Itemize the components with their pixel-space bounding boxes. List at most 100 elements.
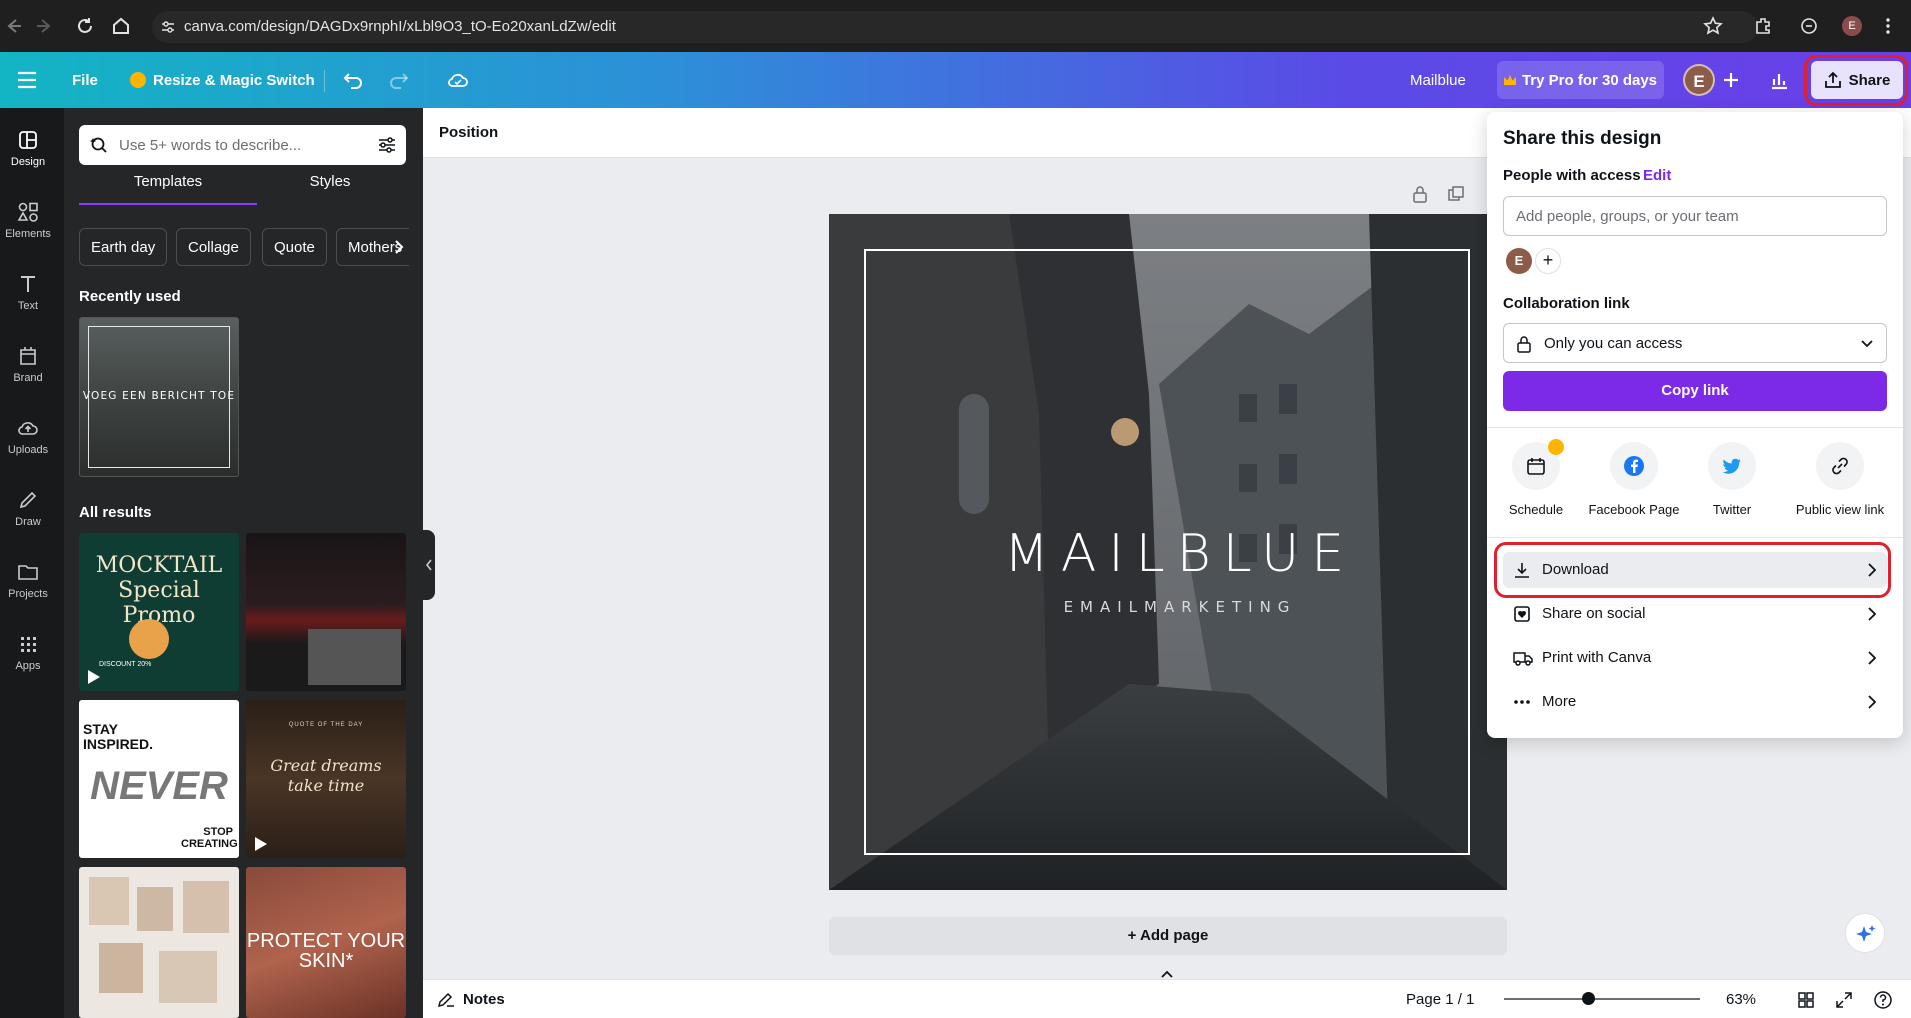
design-title[interactable]: Mailblue <box>1410 52 1466 108</box>
bookmark-star-icon[interactable] <box>1702 15 1724 37</box>
reload-icon[interactable] <box>74 15 96 37</box>
chip-collage[interactable]: Collage <box>176 228 251 266</box>
filter-chips: Earth day Collage Quote Mothers <box>79 228 409 266</box>
editor-header: File Resize & Magic Switch Mailblue Try … <box>0 52 1911 108</box>
try-pro-button[interactable]: Try Pro for 30 days <box>1497 61 1664 99</box>
tab-label: Styles <box>309 173 351 190</box>
rail-label: Design <box>10 156 46 168</box>
design-page[interactable]: MAILBLUE EMAILMARKETING <box>829 214 1507 890</box>
zoom-level[interactable]: 63% <box>1726 991 1756 1008</box>
rail-item-elements[interactable]: Elements <box>1 200 55 240</box>
link-icon <box>1832 457 1848 475</box>
home-icon[interactable] <box>110 15 132 37</box>
tab-label: Templates <box>133 173 203 190</box>
recent-template-thumb[interactable]: VOEG EEN BERICHT TOE <box>79 317 239 477</box>
chip-earth-day[interactable]: Earth day <box>79 228 168 266</box>
address-bar[interactable]: canva.com/design/DAGDx9rnphI/xLbl9O3_tO-… <box>152 11 1758 43</box>
site-settings-icon[interactable] <box>160 19 176 35</box>
page-indicator[interactable]: Page 1 / 1 <box>1406 991 1474 1008</box>
copy-link-button[interactable]: Copy link <box>1503 371 1887 411</box>
notes-button[interactable]: Notes <box>463 991 505 1008</box>
chip-quote[interactable]: Quote <box>262 228 327 266</box>
crown-icon <box>130 72 146 88</box>
add-collaborator-icon[interactable] <box>1720 69 1742 91</box>
hamburger-icon[interactable] <box>16 70 38 90</box>
forward-icon[interactable] <box>34 15 56 37</box>
browser-menu-icon[interactable] <box>1877 15 1899 37</box>
divider <box>1487 537 1903 538</box>
template-result-stay-inspired[interactable]: STAY INSPIRED. NEVER STOP CREATING <box>79 700 239 858</box>
destination-twitter[interactable]: Twitter <box>1683 442 1781 517</box>
share-button[interactable]: Share <box>1811 61 1903 99</box>
template-result-collage[interactable] <box>79 867 239 1018</box>
url-text[interactable]: canva.com/design/DAGDx9rnphI/xLbl9O3_tO-… <box>184 18 616 35</box>
user-avatar[interactable]: E <box>1683 64 1715 96</box>
file-menu[interactable]: File <box>72 52 98 108</box>
filter-icon[interactable] <box>377 136 397 154</box>
rail-item-projects[interactable]: Projects <box>1 560 55 600</box>
template-result-dark[interactable] <box>246 533 406 691</box>
template-result-protect-skin[interactable]: PROTECT YOUR SKIN* <box>246 867 406 1018</box>
template-search[interactable]: Use 5+ words to describe... <box>79 125 406 165</box>
twitter-icon <box>1722 458 1741 474</box>
magic-assistant-button[interactable] <box>1845 913 1885 953</box>
undo-icon[interactable] <box>342 69 364 91</box>
template-subtext: NEVER <box>90 764 228 808</box>
template-footer-text: STOP CREATING <box>181 826 238 850</box>
destination-facebook-page[interactable]: Facebook Page <box>1585 442 1683 517</box>
back-icon[interactable] <box>2 15 24 37</box>
facebook-icon <box>1624 456 1644 476</box>
destination-schedule[interactable]: Schedule <box>1487 439 1585 517</box>
grid-view-icon[interactable] <box>1797 991 1815 1009</box>
print-with-canva-option[interactable]: Print with Canva <box>1503 640 1887 676</box>
cloud-saved-icon[interactable] <box>446 68 470 92</box>
download-option[interactable]: Download <box>1503 552 1887 588</box>
add-collaborator-button[interactable]: + <box>1535 248 1561 274</box>
extension-puzzle-icon[interactable] <box>1798 15 1820 37</box>
collaborator-avatar[interactable]: E <box>1506 248 1532 274</box>
insights-chart-icon[interactable] <box>1768 69 1790 91</box>
template-result-mocktail[interactable]: MOCKTAIL Special Promo DISCOUNT 20% <box>79 533 239 691</box>
chevron-right-icon[interactable] <box>392 240 406 254</box>
more-option[interactable]: More <box>1503 684 1887 720</box>
template-result-great-dreams[interactable]: QUOTE OF THE DAY Great dreams take time <box>246 700 406 858</box>
text-icon <box>21 276 35 292</box>
rail-item-draw[interactable]: Draw <box>1 488 55 528</box>
rail-item-text[interactable]: Text <box>1 272 55 312</box>
template-text: STAY INSPIRED. <box>83 721 154 752</box>
rail-item-uploads[interactable]: Uploads <box>1 416 55 456</box>
share-on-social-option[interactable]: Share on social <box>1503 596 1887 632</box>
rail-item-apps[interactable]: Apps <box>1 632 55 672</box>
design-heading[interactable]: MAILBLUE <box>829 524 1507 584</box>
more-icon <box>1514 700 1530 704</box>
rail-item-design[interactable]: Design <box>1 128 55 168</box>
rail-item-brand[interactable]: Brand <box>1 344 55 384</box>
lock-icon[interactable] <box>1411 185 1429 203</box>
tab-styles[interactable]: Styles <box>254 173 406 205</box>
row-label: More <box>1542 693 1577 710</box>
position-button[interactable]: Position <box>439 124 498 141</box>
fullscreen-icon[interactable] <box>1835 991 1853 1009</box>
redo-icon[interactable] <box>388 69 410 91</box>
rail-label: Brand <box>13 372 43 384</box>
chevron-right-icon <box>1868 651 1877 665</box>
tab-templates[interactable]: Templates <box>79 173 257 205</box>
row-label: Download <box>1542 561 1609 578</box>
destination-public-view-link[interactable]: Public view link <box>1781 442 1899 517</box>
zoom-slider-track[interactable] <box>1504 998 1700 1000</box>
design-subheading[interactable]: EMAILMARKETING <box>829 598 1507 616</box>
link-access-select[interactable]: Only you can access <box>1503 323 1887 363</box>
duplicate-page-icon[interactable] <box>1447 185 1465 203</box>
add-people-input[interactable]: Add people, groups, or your team <box>1503 196 1887 236</box>
browser-profile-avatar[interactable]: E <box>1842 16 1862 36</box>
help-icon[interactable] <box>1873 990 1893 1010</box>
edit-access-link[interactable]: Edit <box>1643 167 1671 184</box>
add-page-button[interactable]: + Add page <box>829 917 1507 955</box>
chevron-up-icon[interactable] <box>1160 969 1174 979</box>
extensions-icon[interactable] <box>1752 15 1774 37</box>
resize-magic-switch-button[interactable]: Resize & Magic Switch <box>130 52 315 108</box>
collapse-panel-handle[interactable] <box>423 530 435 600</box>
template-image <box>89 877 129 925</box>
zoom-slider-knob[interactable] <box>1581 992 1595 1005</box>
all-results-heading: All results <box>79 504 152 521</box>
